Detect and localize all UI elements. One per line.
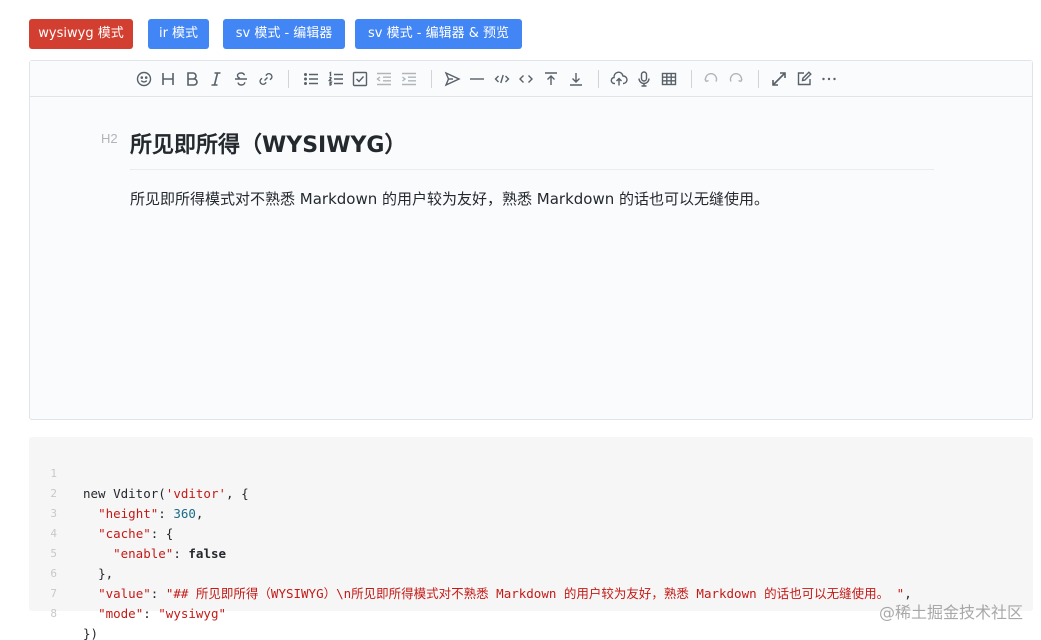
- table-icon[interactable]: [659, 69, 679, 89]
- toolbar-divider: [598, 70, 599, 88]
- code-sample-block: 1 new Vditor('vditor', { 2 "height": 360…: [29, 437, 1033, 640]
- upload-icon[interactable]: [609, 69, 629, 89]
- line-icon[interactable]: [467, 69, 487, 89]
- code-icon[interactable]: [492, 69, 512, 89]
- editor-paragraph[interactable]: 所见即所得模式对不熟悉 Markdown 的用户较为友好，熟悉 Markdown…: [130, 187, 769, 211]
- editor-toolbar: [30, 61, 1032, 97]
- headings-icon[interactable]: [158, 69, 178, 89]
- ir-mode-button[interactable]: ir 模式: [148, 19, 209, 49]
- code-line: 1 new Vditor('vditor', {: [29, 444, 1033, 501]
- insert-after-icon[interactable]: [566, 69, 586, 89]
- vditor-editor: H2 所见即所得（WYSIWYG） 所见即所得模式对不熟悉 Markdown 的…: [29, 60, 1033, 420]
- link-icon[interactable]: [256, 69, 276, 89]
- bold-icon[interactable]: [182, 69, 202, 89]
- check-icon[interactable]: [350, 69, 370, 89]
- code-line: 2 "height": 360,: [29, 464, 1033, 521]
- watermark: @稀土掘金技术社区: [878, 603, 1023, 622]
- code-line: 7 "mode": "wysiwyg": [29, 564, 1033, 621]
- code-line: 4 "enable": false: [29, 504, 1033, 561]
- record-icon[interactable]: [634, 69, 654, 89]
- code-line: 6 "value": "## 所见即所得（WYSIWYG）\n所见即所得模式对不…: [29, 544, 1033, 601]
- editor-heading[interactable]: 所见即所得（WYSIWYG）: [130, 130, 934, 170]
- toolbar-divider: [288, 70, 289, 88]
- more-icon[interactable]: [819, 69, 839, 89]
- emoji-icon[interactable]: [134, 69, 154, 89]
- code-line: 3 "cache": {: [29, 484, 1033, 541]
- italic-icon[interactable]: [206, 69, 226, 89]
- ordered-list-icon[interactable]: [326, 69, 346, 89]
- sv-preview-mode-button[interactable]: sv 模式 - 编辑器 & 预览: [355, 19, 522, 49]
- heading-level-marker: H2: [101, 131, 118, 146]
- indent-icon[interactable]: [399, 69, 419, 89]
- toolbar-divider: [431, 70, 432, 88]
- redo-icon[interactable]: [726, 69, 746, 89]
- code-line: 5 },: [29, 524, 1033, 581]
- editor-content[interactable]: H2 所见即所得（WYSIWYG） 所见即所得模式对不熟悉 Markdown 的…: [30, 98, 1032, 419]
- list-icon[interactable]: [301, 69, 321, 89]
- toolbar-divider: [691, 70, 692, 88]
- inline-code-icon[interactable]: [516, 69, 536, 89]
- fullscreen-icon[interactable]: [769, 69, 789, 89]
- strike-icon[interactable]: [231, 69, 251, 89]
- edit-mode-icon[interactable]: [794, 69, 814, 89]
- line-number: 8: [50, 607, 57, 620]
- toolbar-divider: [758, 70, 759, 88]
- insert-before-icon[interactable]: [541, 69, 561, 89]
- quote-icon[interactable]: [442, 69, 462, 89]
- wysiwyg-mode-button[interactable]: wysiwyg 模式: [29, 19, 133, 49]
- outdent-icon[interactable]: [374, 69, 394, 89]
- sv-mode-button[interactable]: sv 模式 - 编辑器: [223, 19, 345, 49]
- undo-icon[interactable]: [701, 69, 721, 89]
